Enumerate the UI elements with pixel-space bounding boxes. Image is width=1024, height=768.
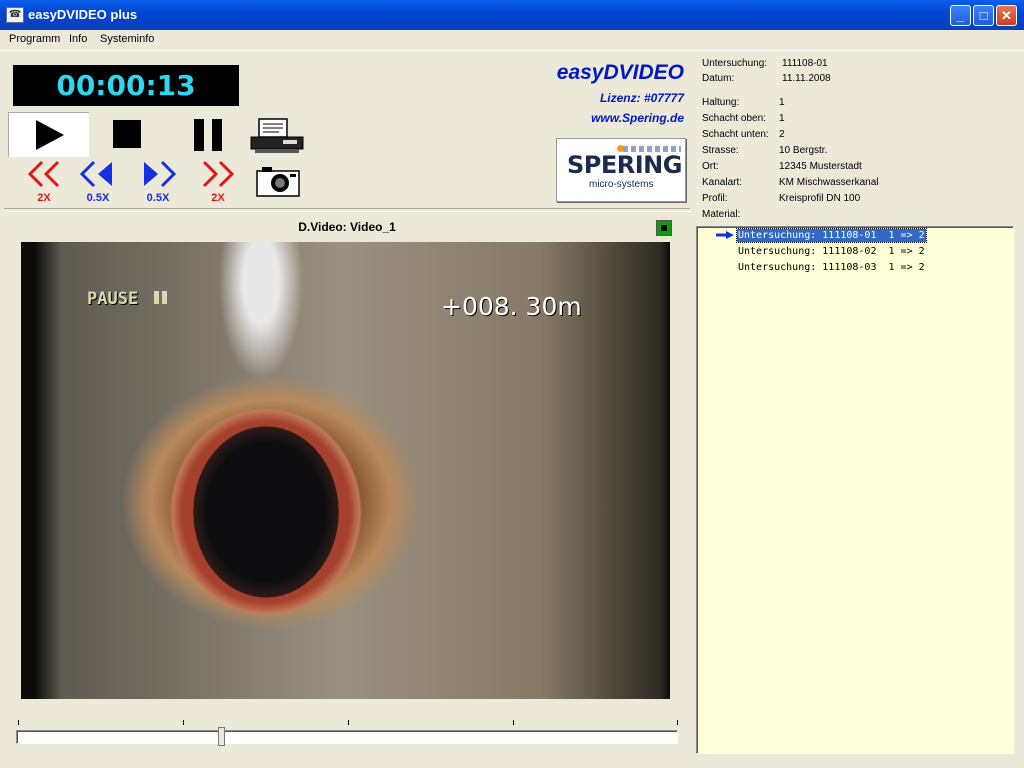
double-chevron-left-icon [27,160,60,188]
title-bar[interactable]: ☎ easyDVIDEO plus _ □ ✕ [0,0,1024,30]
video-status-overlay: PAUSE [87,289,168,309]
play-button[interactable] [8,112,89,157]
license-text: Lizenz: #07777 [599,91,684,105]
step-back-icon [79,160,112,188]
stop-button[interactable] [112,118,142,150]
play-icon [36,120,64,150]
logo-name: SPERING [567,151,682,179]
camera-icon [256,167,300,197]
forward-slow-label: 0.5X [146,192,170,204]
rewind-slow-button[interactable]: 0.5X [68,160,128,204]
position-slider-track[interactable] [16,730,678,744]
position-slider-thumb[interactable] [218,727,225,746]
menu-bar: Programm Info Systeminfo [0,30,1024,51]
double-chevron-right-icon [202,160,235,188]
player-panel: 00:00:13 2X 0.5X 0.5X 2X easyDVIDEO Lize… [4,52,690,764]
print-button[interactable] [249,116,305,156]
forward-2x-button[interactable]: 2X [188,160,248,204]
recording-indicator-icon [656,220,672,236]
snapshot-button[interactable] [255,164,301,198]
divider [4,208,690,212]
logo-subtitle: micro-systems [589,179,654,190]
rewind-2x-label: 2X [37,192,51,204]
menu-info[interactable]: Info [69,33,87,45]
rewind-slow-label: 0.5X [86,192,110,204]
list-item[interactable]: Untersuchung: 111108-02 1 => 2 [737,245,926,258]
inspection-list[interactable]: Untersuchung: 111108-01 1 => 2 Untersuch… [696,226,1014,754]
forward-slow-button[interactable]: 0.5X [128,160,188,204]
slider-ticks [18,720,678,726]
video-title: D.Video: Video_1 [298,220,396,234]
stop-icon [113,120,141,148]
printer-icon [250,118,304,153]
selected-arrow-icon [716,231,734,239]
menu-systeminfo[interactable]: Systeminfo [100,33,154,45]
timecode-display: 00:00:13 [13,65,239,106]
app-icon[interactable]: ☎ [6,7,24,23]
menu-programm[interactable]: Programm [9,33,60,45]
list-item[interactable]: Untersuchung: 111108-03 1 => 2 [737,261,926,274]
info-panel: Untersuchung: 111108-01 Datum: 11.11.2008 … [702,58,879,220]
brand-title: easyDVIDEO [556,61,684,84]
website-link[interactable]: www.Spering.de [591,111,684,125]
maximize-button[interactable]: □ [973,5,994,26]
window-title: easyDVIDEO plus [28,7,138,22]
video-display[interactable]: PAUSE +008. 30m [21,242,670,699]
rewind-2x-button[interactable]: 2X [14,160,74,204]
pause-button[interactable] [192,118,224,152]
close-button[interactable]: ✕ [996,5,1017,26]
spering-logo: SPERING micro-systems [556,138,686,202]
forward-2x-label: 2X [211,192,225,204]
distance-overlay: +008. 30m [441,292,582,321]
list-item[interactable]: Untersuchung: 111108-01 1 => 2 [736,228,927,243]
step-forward-icon [144,160,177,188]
pause-icon [194,119,222,151]
minimize-button[interactable]: _ [950,5,971,26]
